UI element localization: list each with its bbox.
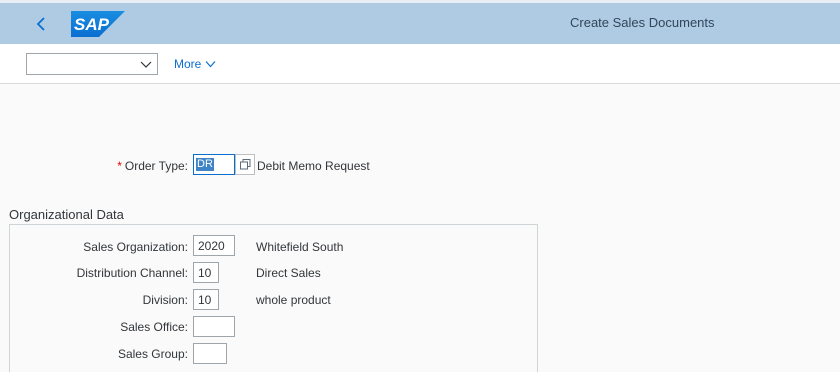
sap-logo[interactable]: SAP [71, 11, 125, 40]
value-help-button[interactable] [235, 154, 255, 175]
shell-bar: SAP Create Sales Documents [0, 0, 840, 44]
chevron-down-icon [140, 61, 152, 68]
more-label: More [174, 57, 202, 71]
distribution-channel-input[interactable] [193, 262, 219, 283]
section-title: Organizational Data [9, 207, 124, 222]
order-type-description: Debit Memo Request [257, 159, 370, 173]
division-input[interactable] [193, 289, 219, 310]
sales-office-input[interactable] [193, 316, 235, 337]
distribution-channel-description: Direct Sales [256, 266, 321, 280]
order-type-value: DR [196, 158, 214, 171]
sales-org-input[interactable] [193, 235, 235, 256]
toolbar: More [0, 44, 840, 84]
chevron-left-icon [36, 17, 45, 31]
division-description: whole product [256, 293, 331, 307]
sales-org-label: Sales Organization: [83, 240, 188, 254]
chevron-down-icon [205, 61, 216, 68]
sap-logo-icon: SAP [71, 11, 125, 37]
sales-office-label: Sales Office: [120, 320, 188, 334]
distribution-channel-label: Distribution Channel: [76, 266, 188, 280]
more-menu-button[interactable]: More [174, 57, 216, 71]
order-type-input[interactable]: DR [193, 154, 235, 175]
order-type-label: * Order Type: [117, 159, 188, 173]
app-title: Create Sales Documents [570, 15, 715, 30]
sales-org-description: Whitefield South [256, 240, 344, 254]
sales-group-input[interactable] [193, 343, 227, 364]
order-type-label-text: Order Type: [124, 159, 188, 173]
division-label: Division: [142, 293, 188, 307]
required-indicator: * [117, 159, 122, 173]
sap-logo-text: SAP [74, 15, 110, 34]
back-button[interactable] [28, 11, 54, 37]
value-help-icon [239, 159, 250, 170]
sales-group-label: Sales Group: [117, 347, 188, 361]
variant-select[interactable] [26, 53, 158, 75]
